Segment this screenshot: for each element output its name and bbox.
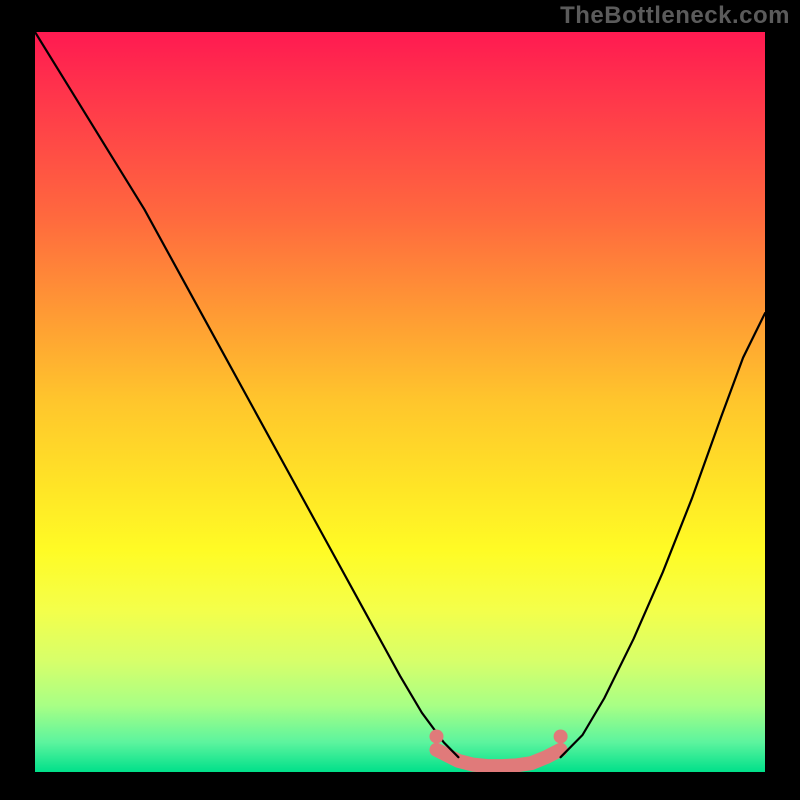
bottom-band-group [437,750,561,766]
plot-area [35,32,765,772]
band-dot [554,729,568,743]
left-curve-path [35,32,458,757]
chart-frame: TheBottleneck.com [0,0,800,800]
band-dots-group [430,729,568,743]
watermark-label: TheBottleneck.com [560,2,790,30]
right-curve-path [561,313,765,757]
left-curve-group [35,32,458,757]
right-curve-group [561,313,765,757]
curves-svg [35,32,765,772]
bottom-band-path [437,750,561,766]
band-dot [430,729,444,743]
